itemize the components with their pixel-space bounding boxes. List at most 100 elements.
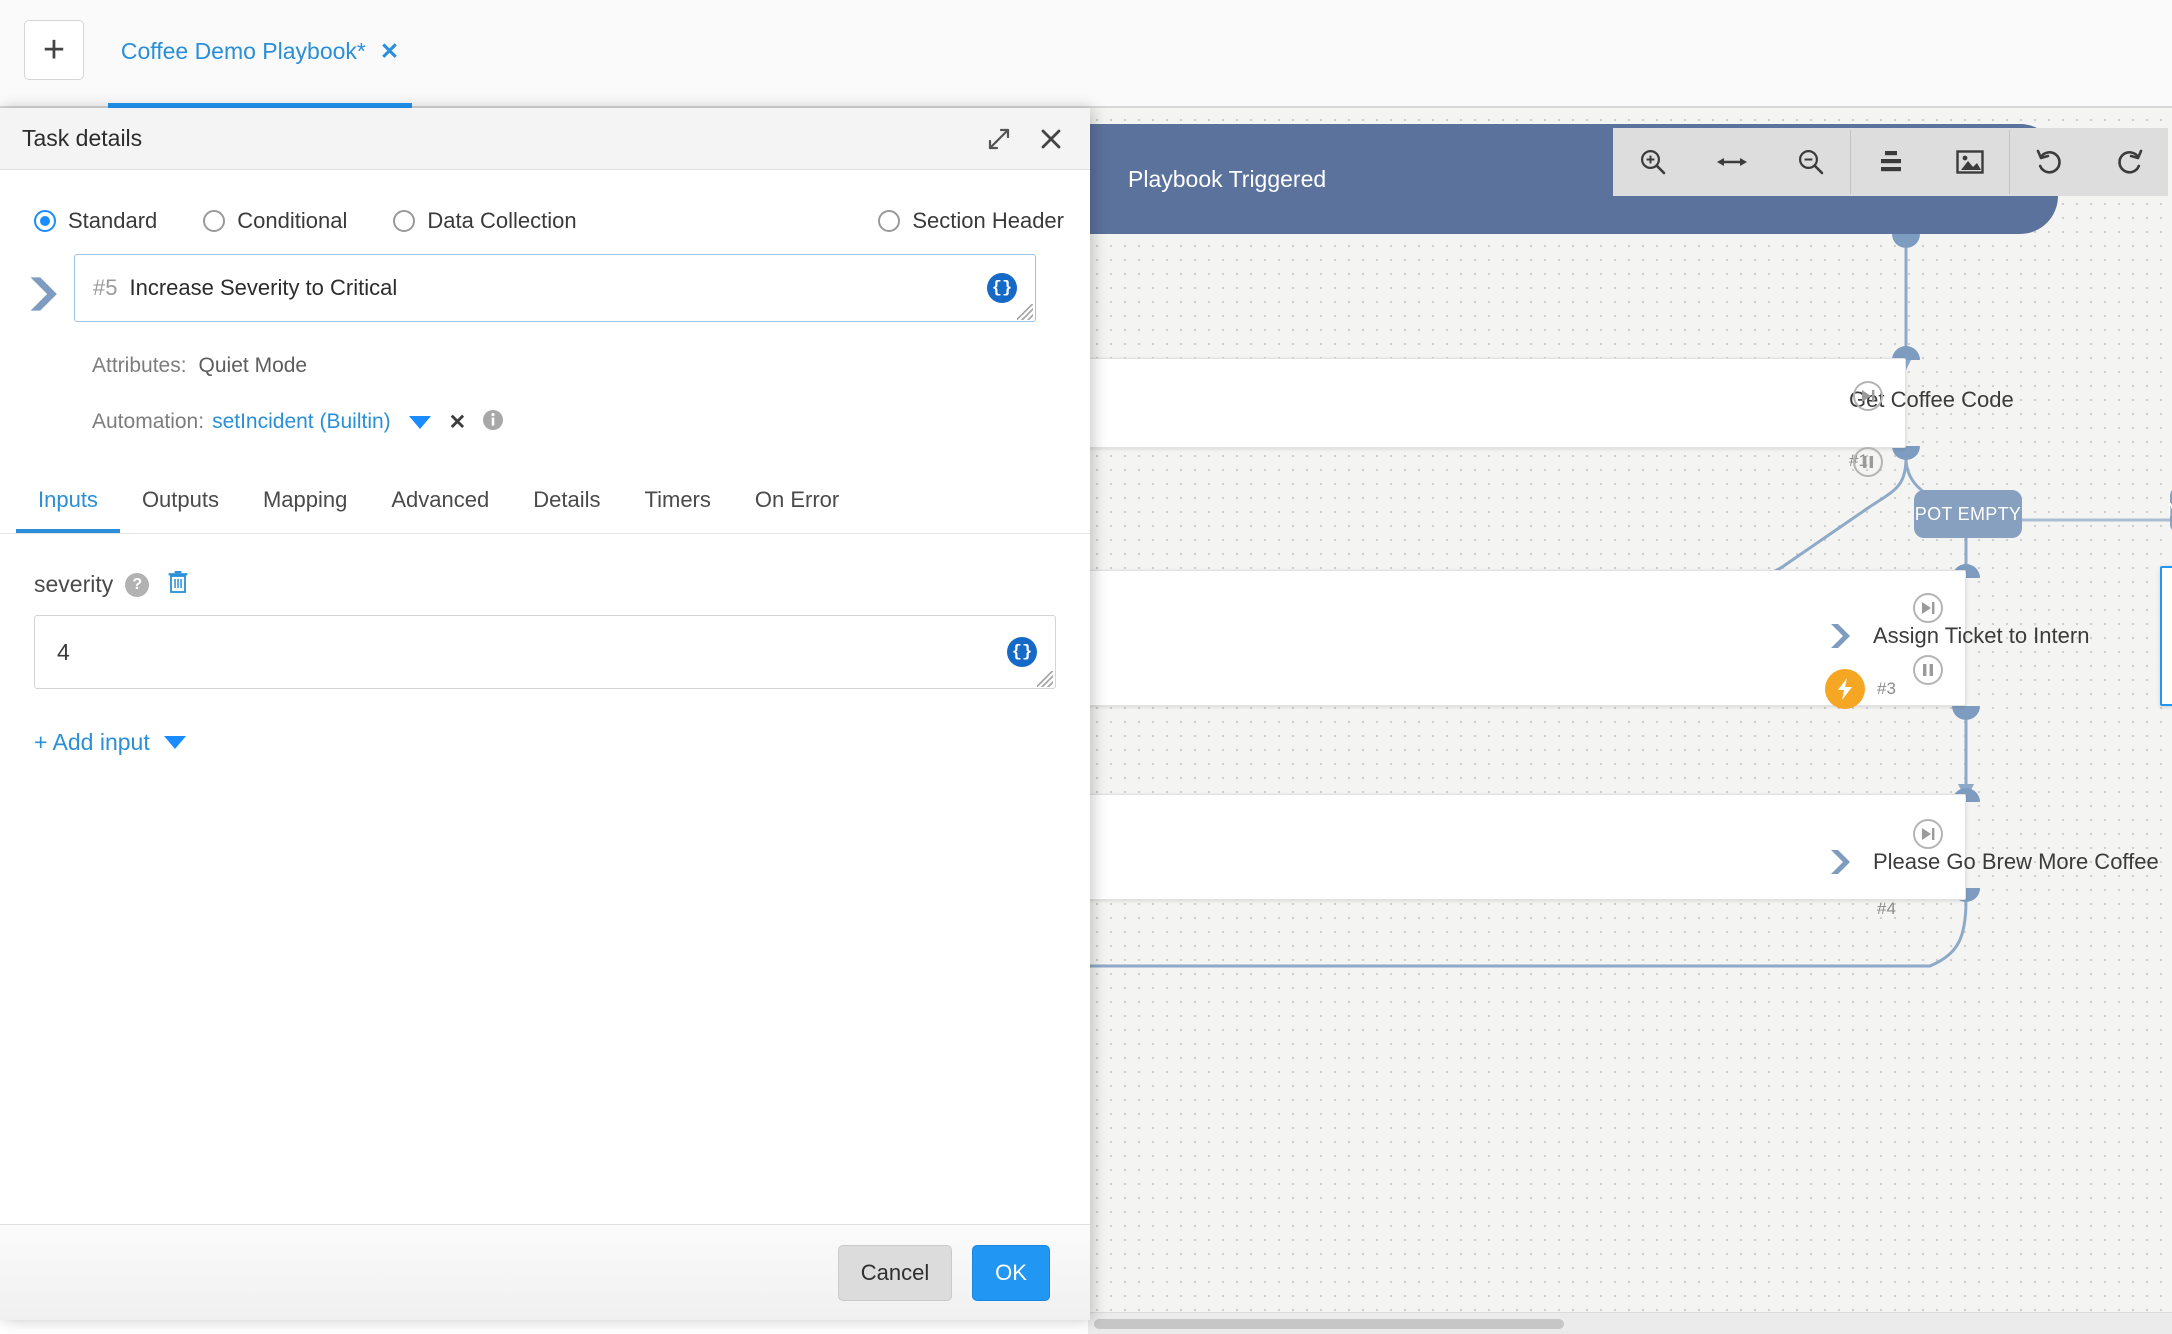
close-icon[interactable] bbox=[1034, 122, 1068, 156]
resize-grip[interactable] bbox=[1017, 304, 1033, 320]
radio-label: Data Collection bbox=[427, 208, 577, 233]
branch-label-text: MALFUNCTION bbox=[2167, 500, 2172, 521]
expression-badge-icon[interactable]: {} bbox=[1007, 637, 1037, 667]
close-icon[interactable]: ✕ bbox=[380, 40, 399, 63]
attributes-label: Attributes: bbox=[92, 354, 187, 377]
radio-label: Conditional bbox=[237, 208, 348, 233]
task-type-radio-group: Standard Conditional Data Collection Sec… bbox=[0, 170, 1090, 254]
tab-outputs[interactable]: Outputs bbox=[120, 487, 241, 533]
add-input-label: + Add input bbox=[34, 729, 150, 755]
tab-inputs[interactable]: Inputs bbox=[16, 487, 120, 533]
tab-on-error[interactable]: On Error bbox=[733, 487, 861, 533]
chevron-down-icon[interactable] bbox=[163, 736, 186, 749]
redo-icon[interactable] bbox=[2089, 128, 2168, 196]
tab-timers[interactable]: Timers bbox=[622, 487, 732, 533]
fit-width-icon[interactable] bbox=[1692, 128, 1771, 196]
automation-label: Automation: bbox=[92, 410, 205, 433]
branch-label-pot-empty[interactable]: POT EMPTY bbox=[1914, 490, 2022, 538]
task-arrow-icon bbox=[30, 277, 57, 311]
task-name-row: #5 Increase Severity to Critical {} bbox=[0, 254, 1090, 322]
tab-advanced[interactable]: Advanced bbox=[369, 487, 511, 533]
pause-icon[interactable] bbox=[1913, 655, 1943, 685]
radio-label: Section Header bbox=[912, 208, 1064, 233]
connector-lines bbox=[1088, 248, 2172, 968]
tab-coffee-demo-playbook[interactable]: Coffee Demo Playbook* ✕ bbox=[108, 0, 412, 108]
ok-button[interactable]: OK bbox=[972, 1244, 1050, 1301]
tab-bar: + Coffee Demo Playbook* ✕ bbox=[0, 0, 2172, 108]
tab-mapping[interactable]: Mapping bbox=[241, 487, 369, 533]
expand-diagonal-icon[interactable] bbox=[982, 122, 1016, 156]
page-title: Task details bbox=[22, 125, 143, 151]
task-arrow-icon bbox=[1831, 624, 1850, 648]
tab-details[interactable]: Details bbox=[511, 487, 622, 533]
node-increase-severity-to-critical[interactable]: Increase Severity to Critical #5 bbox=[2160, 566, 2172, 706]
attributes-value: Quiet Mode bbox=[198, 354, 308, 377]
canvas-toolbar-history-group bbox=[2010, 128, 2168, 196]
node-number: #4 bbox=[1877, 899, 1896, 918]
node-assign-ticket-to-intern[interactable]: Assign Ticket to Intern #3 bbox=[1088, 570, 2089, 709]
radio-standard[interactable]: Standard bbox=[34, 208, 157, 234]
panel-footer: Cancel OK bbox=[0, 1224, 1090, 1320]
zoom-out-icon[interactable] bbox=[1771, 128, 1850, 196]
trigger-node-title: Playbook Triggered bbox=[1128, 165, 1327, 192]
cancel-button[interactable]: Cancel bbox=[838, 1244, 952, 1301]
canvas-toolbar-zoom-group bbox=[1613, 128, 1850, 196]
panel-body: Standard Conditional Data Collection Sec… bbox=[0, 170, 1090, 1224]
app-root: Playbook Triggered Inputs / Outputs Get … bbox=[0, 0, 2172, 1334]
canvas-horizontal-scrollbar[interactable] bbox=[1088, 1312, 2172, 1334]
zoom-in-icon[interactable] bbox=[1613, 128, 1692, 196]
radio-section-header[interactable]: Section Header bbox=[878, 208, 1064, 234]
node-please-go-brew-more-coffee[interactable]: Please Go Brew More Coffee #4 bbox=[1088, 794, 2159, 918]
tab-label: Coffee Demo Playbook* bbox=[120, 38, 366, 64]
pause-icon[interactable] bbox=[1853, 447, 1883, 477]
node-title: Please Go Brew More Coffee bbox=[1873, 849, 2159, 874]
radio-indicator bbox=[203, 210, 226, 232]
chevron-down-icon[interactable] bbox=[408, 415, 431, 429]
task-name-input[interactable]: #5 Increase Severity to Critical {} bbox=[74, 254, 1036, 322]
align-icon[interactable] bbox=[1851, 128, 1930, 196]
canvas-toolbar-layout-group bbox=[1851, 128, 2009, 196]
info-icon[interactable] bbox=[482, 409, 504, 436]
attributes-row: Attributes: Quiet Mode bbox=[66, 338, 1090, 394]
detail-tabs: Inputs Outputs Mapping Advanced Details … bbox=[0, 468, 1090, 534]
playbook-canvas[interactable]: Playbook Triggered Inputs / Outputs Get … bbox=[1088, 108, 2172, 1334]
skip-icon[interactable] bbox=[1913, 593, 1943, 623]
task-arrow-icon bbox=[1831, 850, 1850, 874]
task-number: #5 bbox=[93, 275, 118, 300]
new-tab-button[interactable]: + bbox=[24, 20, 84, 80]
input-name: severity bbox=[34, 571, 114, 597]
input-label-row: severity ? bbox=[34, 570, 1064, 599]
expression-badge-icon[interactable]: {} bbox=[987, 273, 1017, 303]
inputs-section: severity ? 4 {} + Add input bbox=[0, 534, 1090, 756]
add-input-button[interactable]: + Add input bbox=[34, 729, 186, 756]
node-number: #3 bbox=[1877, 679, 1896, 698]
canvas-toolbar[interactable] bbox=[1613, 128, 2168, 196]
clear-automation-icon[interactable]: ✕ bbox=[449, 410, 467, 435]
radio-label: Standard bbox=[68, 208, 158, 233]
radio-indicator bbox=[34, 210, 56, 232]
node-title: Assign Ticket to Intern bbox=[1873, 623, 2090, 648]
radio-indicator bbox=[878, 210, 901, 232]
trash-icon[interactable] bbox=[167, 570, 189, 599]
undo-icon[interactable] bbox=[2010, 128, 2089, 196]
automation-row: Automation: setIncident (Builtin) ✕ bbox=[66, 394, 1090, 450]
image-icon[interactable] bbox=[1930, 128, 2009, 196]
resize-grip[interactable] bbox=[1037, 671, 1053, 687]
branch-label-text: POT EMPTY bbox=[1914, 503, 2022, 524]
automation-bolt-icon bbox=[1825, 669, 1865, 709]
automation-value-link[interactable]: setIncident (Builtin) bbox=[212, 410, 391, 434]
task-details-panel: Task details Standard Conditional Data C… bbox=[0, 108, 1090, 1320]
severity-input[interactable]: 4 {} bbox=[34, 615, 1056, 689]
skip-icon[interactable] bbox=[1853, 381, 1883, 411]
radio-indicator bbox=[393, 210, 416, 232]
scrollbar-thumb[interactable] bbox=[1094, 1319, 1564, 1329]
plus-icon: + bbox=[42, 29, 66, 71]
task-name-value: Increase Severity to Critical bbox=[129, 275, 398, 300]
question-mark-icon[interactable]: ? bbox=[125, 572, 150, 597]
radio-conditional[interactable]: Conditional bbox=[203, 208, 347, 234]
skip-icon[interactable] bbox=[1913, 819, 1943, 849]
radio-data-collection[interactable]: Data Collection bbox=[393, 208, 577, 234]
severity-value: 4 bbox=[57, 638, 70, 665]
node-get-coffee-code[interactable]: Get Coffee Code #1 bbox=[1088, 358, 2014, 477]
panel-header: Task details bbox=[0, 108, 1090, 170]
